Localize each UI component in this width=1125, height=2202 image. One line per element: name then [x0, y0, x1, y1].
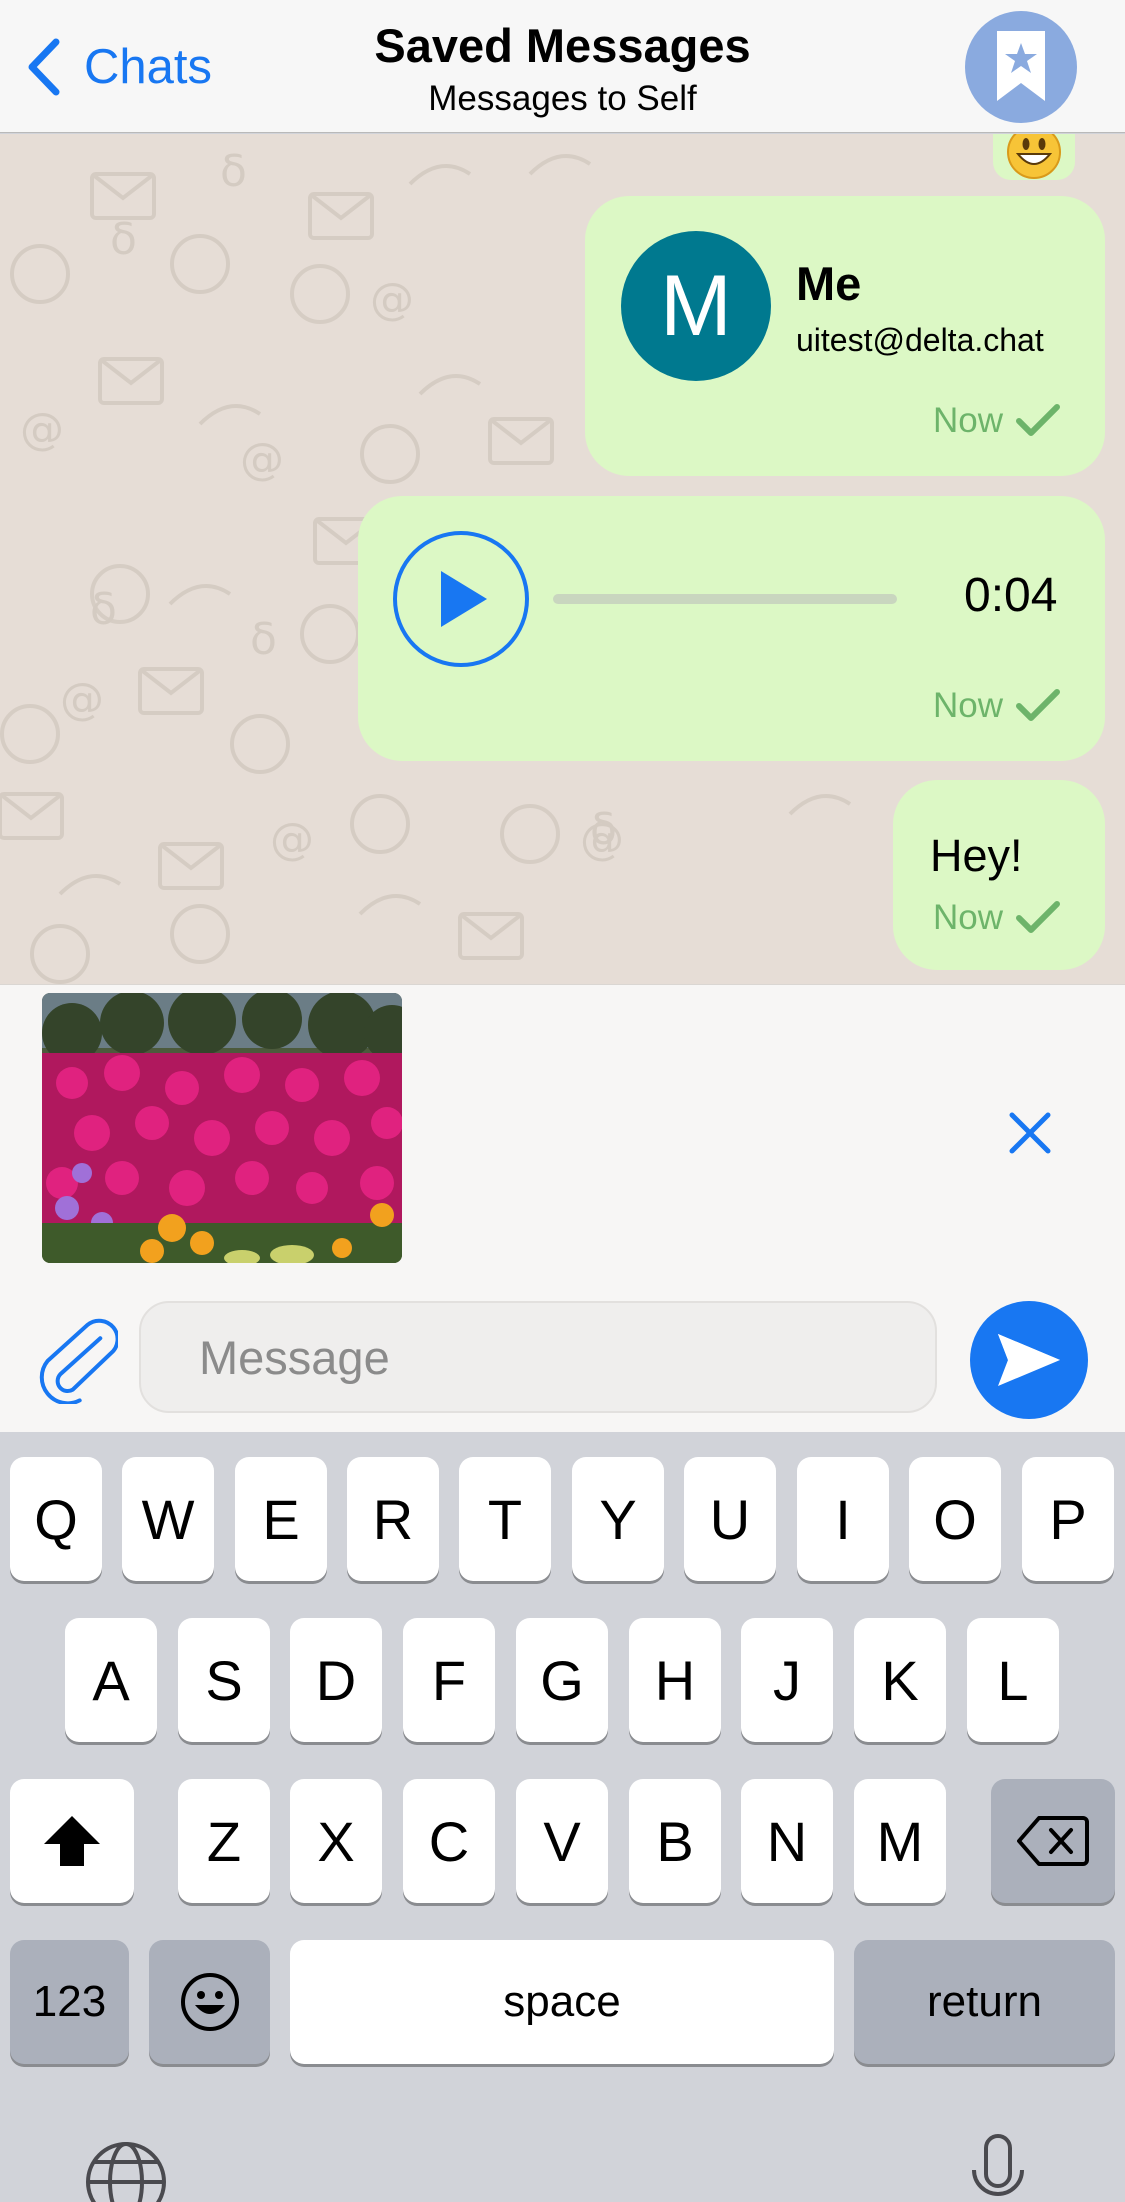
contact-email: uitest@delta.chat [796, 322, 1044, 358]
space-key[interactable]: space [290, 1940, 834, 2064]
svg-text:δ: δ [90, 584, 117, 635]
key-r[interactable]: R [347, 1457, 439, 1581]
contact-name: Me [796, 257, 862, 310]
key-b[interactable]: B [629, 1779, 721, 1903]
emoji-key[interactable] [149, 1940, 270, 2064]
key-g[interactable]: G [516, 1618, 608, 1742]
key-s[interactable]: S [178, 1618, 270, 1742]
send-button[interactable] [970, 1301, 1088, 1419]
key-x[interactable]: X [290, 1779, 382, 1903]
key-z[interactable]: Z [178, 1779, 270, 1903]
attachment-thumbnail[interactable] [42, 993, 402, 1263]
message-time: Now [932, 686, 1003, 725]
globe-key[interactable] [84, 2140, 168, 2202]
shift-key[interactable] [10, 1779, 134, 1903]
backspace-icon [1017, 1816, 1089, 1866]
key-p[interactable]: P [1022, 1457, 1114, 1581]
backspace-key[interactable] [991, 1779, 1115, 1903]
svg-text:δ: δ [250, 614, 277, 665]
svg-text:@: @ [270, 814, 314, 865]
key-t[interactable]: T [459, 1457, 551, 1581]
checkmark-icon [1016, 689, 1060, 721]
svg-text:δ: δ [110, 214, 137, 265]
key-a[interactable]: A [65, 1618, 157, 1742]
return-key[interactable]: return [854, 1940, 1115, 2064]
emoji-message[interactable] [993, 134, 1075, 180]
key-d[interactable]: D [290, 1618, 382, 1742]
svg-text:@: @ [240, 434, 284, 485]
dictation-key[interactable] [968, 2132, 1028, 2202]
key-q[interactable]: Q [10, 1457, 102, 1581]
page-title: Saved Messages [374, 19, 751, 72]
chat-avatar[interactable] [965, 11, 1077, 123]
contact-avatar: M [621, 231, 771, 381]
microphone-icon [972, 2134, 1024, 2196]
key-u[interactable]: U [684, 1457, 776, 1581]
page-subtitle: Messages to Self [428, 79, 697, 118]
key-y[interactable]: Y [572, 1457, 664, 1581]
key-l[interactable]: L [967, 1618, 1059, 1742]
close-icon [1009, 1112, 1051, 1154]
attachment-preview [0, 984, 1125, 1300]
svg-text:δ: δ [220, 146, 247, 197]
send-arrow-icon [998, 1334, 1060, 1386]
message-meta: Now [933, 686, 1061, 726]
key-f[interactable]: F [403, 1618, 495, 1742]
key-c[interactable]: C [403, 1779, 495, 1903]
keyboard: Q W E R T Y U I O P A S D F G H J K L Z … [0, 1432, 1125, 2202]
paperclip-icon [39, 1318, 120, 1406]
svg-text:@: @ [60, 674, 104, 725]
flowers-photo [42, 993, 402, 1263]
message-input[interactable]: Message [139, 1301, 937, 1413]
numbers-key[interactable]: 123 [10, 1940, 129, 2064]
message-text: Hey! [930, 830, 1023, 881]
checkmark-icon [1016, 901, 1060, 933]
message-time: Now [932, 898, 1003, 937]
smiley-icon [180, 1973, 239, 2031]
play-button[interactable] [393, 531, 529, 667]
svg-text:@: @ [20, 404, 64, 455]
key-h[interactable]: H [629, 1618, 721, 1742]
key-n[interactable]: N [741, 1779, 833, 1903]
key-i[interactable]: I [797, 1457, 889, 1581]
navigation-bar: Chats Saved Messages Messages to Self [0, 0, 1125, 133]
message-list[interactable]: δ@@ @@@ @δδ δδδ M Me uitest@delta.chat N… [0, 134, 1125, 984]
bookmark-star-icon [997, 31, 1045, 101]
attach-button[interactable] [38, 1314, 120, 1409]
key-w[interactable]: W [122, 1457, 214, 1581]
key-k[interactable]: K [854, 1618, 946, 1742]
audio-duration: 0:04 [964, 569, 1058, 622]
globe-icon [86, 2142, 166, 2202]
key-o[interactable]: O [909, 1457, 1001, 1581]
message-meta: Now [933, 898, 1061, 938]
message-meta: Now [933, 401, 1061, 441]
voice-message[interactable]: 0:04 Now [358, 496, 1105, 761]
svg-text:δ: δ [590, 804, 617, 855]
message-composer: Message [0, 1300, 1125, 1432]
key-m[interactable]: M [854, 1779, 946, 1903]
shift-arrow-icon [44, 1816, 100, 1866]
checkmark-icon [1016, 404, 1060, 436]
key-v[interactable]: V [516, 1779, 608, 1903]
svg-text:@: @ [370, 274, 414, 325]
text-message[interactable]: Hey! Now [893, 780, 1105, 970]
play-icon [441, 571, 487, 627]
contact-message[interactable]: M Me uitest@delta.chat Now [585, 196, 1105, 476]
remove-attachment-button[interactable] [1004, 1107, 1056, 1159]
key-j[interactable]: J [741, 1618, 833, 1742]
grinning-face-icon [1007, 134, 1061, 179]
message-time: Now [932, 401, 1003, 440]
title-block[interactable]: Saved Messages Messages to Self [0, 18, 1125, 119]
key-e[interactable]: E [235, 1457, 327, 1581]
audio-progress-track[interactable] [553, 594, 897, 604]
